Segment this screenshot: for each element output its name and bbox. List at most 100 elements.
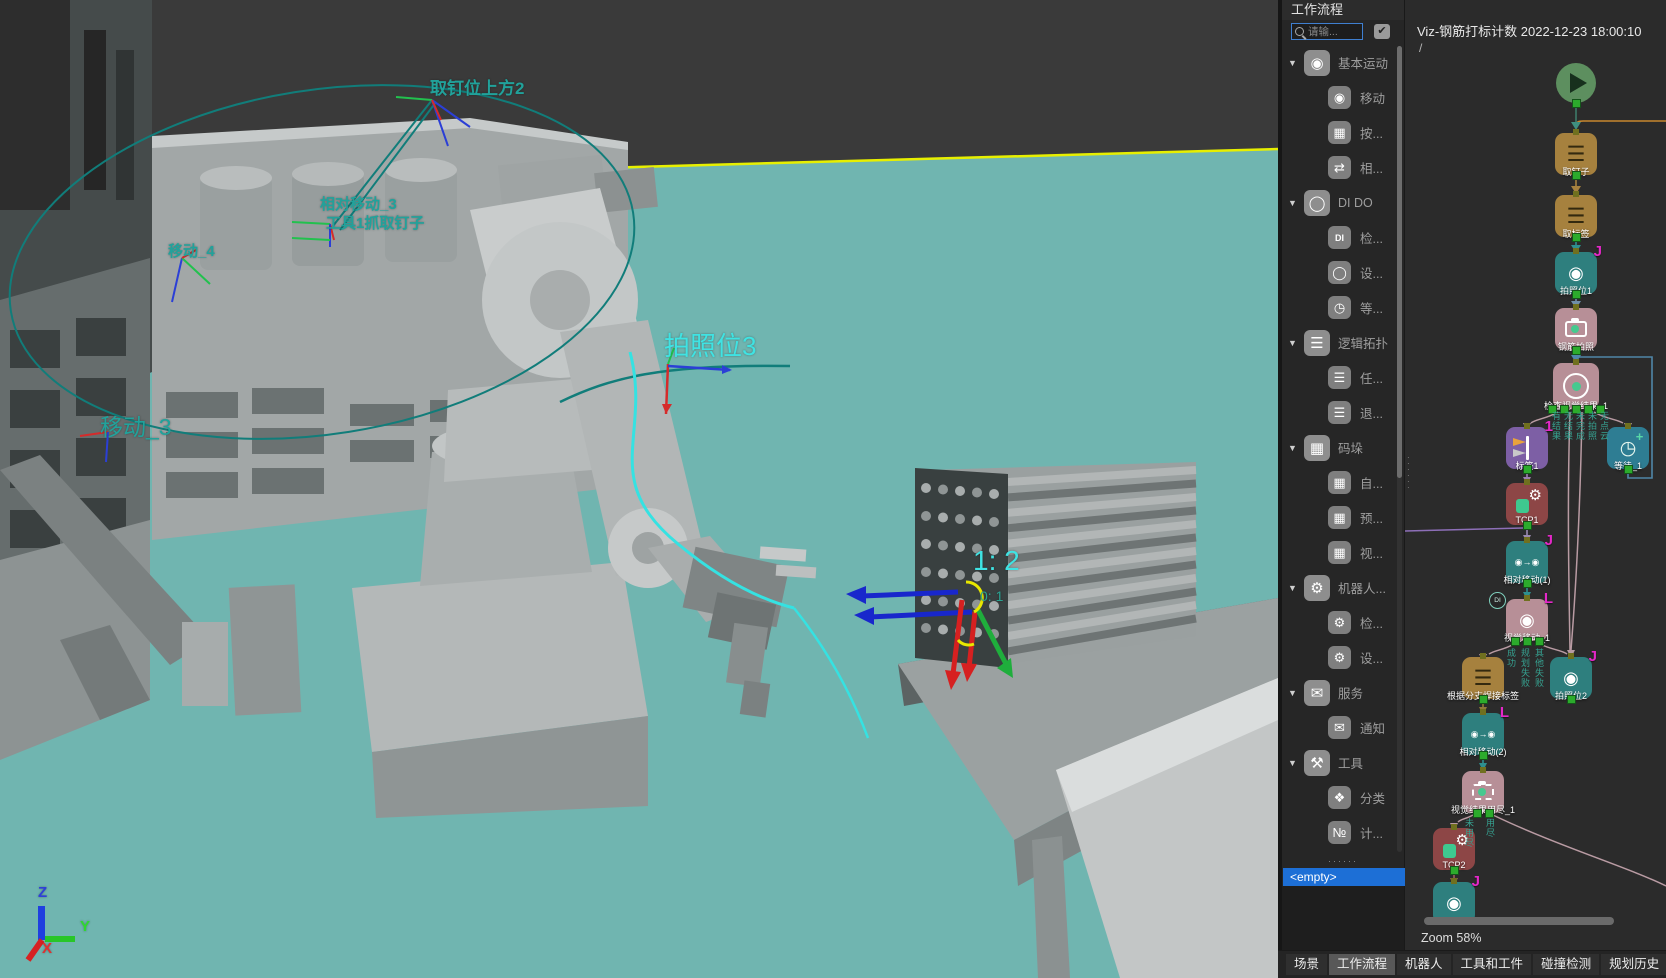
palette-scrollbar[interactable] [1397, 46, 1402, 852]
collapse-triangle-icon[interactable]: ▼ [1288, 758, 1297, 768]
node-output-port[interactable] [1560, 405, 1569, 414]
node-output-port[interactable] [1567, 695, 1576, 704]
palette-item-计[interactable]: №计... [1282, 815, 1404, 850]
node-output-port[interactable] [1479, 695, 1488, 704]
palette-item-DI DO[interactable]: ▼◯DI DO [1282, 185, 1404, 220]
node-output-port[interactable] [1473, 809, 1482, 818]
tab-工作流程[interactable]: 工作流程 [1329, 954, 1395, 975]
workflow-node-gang-jin-pai-zhao[interactable] [1555, 308, 1597, 350]
node-input-port[interactable] [1480, 709, 1486, 715]
node-output-port[interactable] [1535, 637, 1544, 646]
tab-规划历史[interactable]: 规划历史 [1601, 954, 1666, 975]
workflow-node-jian-cha-shi-jue-jie-guo-1[interactable] [1553, 363, 1599, 409]
node-output-port[interactable] [1572, 346, 1581, 355]
collapse-triangle-icon[interactable]: ▼ [1288, 338, 1297, 348]
node-output-port[interactable] [1485, 809, 1494, 818]
node-input-port[interactable] [1524, 595, 1530, 601]
tab-机器人[interactable]: 机器人 [1397, 954, 1451, 975]
palette-item-设[interactable]: ◯设... [1282, 255, 1404, 290]
palette-item-逻辑拓扑[interactable]: ▼☰逻辑拓扑 [1282, 325, 1404, 360]
workflow-node-qu-ding-zi[interactable]: ☰ [1555, 133, 1597, 175]
workflow-node-deng-dai-1[interactable]: ◷ [1607, 427, 1649, 469]
workflow-canvas[interactable]: ☰取钉子☰取标签◉J拍照位1钢筋拍照检查视觉结果_11标签1◷等待_1TCP1◉… [1405, 0, 1666, 928]
workflow-node-xiang-dui-yi-dong-1[interactable]: ◉→◉J [1506, 541, 1548, 583]
node-input-port[interactable] [1480, 653, 1486, 659]
run-workflow-button[interactable] [1556, 63, 1596, 103]
node-input-port[interactable] [1524, 479, 1530, 485]
filter-checkbox[interactable]: ✔ [1374, 24, 1390, 39]
palette-item-分类[interactable]: ❖分类 [1282, 780, 1404, 815]
node-input-port[interactable] [1573, 191, 1579, 197]
tab-场景[interactable]: 场景 [1286, 954, 1327, 975]
node-input-port[interactable] [1524, 423, 1530, 429]
node-output-port[interactable] [1523, 579, 1532, 588]
node-output-port[interactable] [1523, 521, 1532, 530]
node-output-port[interactable] [1523, 465, 1532, 474]
node-input-port[interactable] [1480, 767, 1486, 773]
collapse-triangle-icon[interactable]: ▼ [1288, 443, 1297, 453]
node-input-port[interactable] [1573, 129, 1579, 135]
palette-item-通知[interactable]: ✉通知 [1282, 710, 1404, 745]
palette-item-设[interactable]: ⚙设... [1282, 640, 1404, 675]
node-output-port[interactable] [1511, 637, 1520, 646]
node-output-port[interactable] [1572, 233, 1581, 242]
palette-item-等[interactable]: ◷等... [1282, 290, 1404, 325]
palette-item-预[interactable]: ▦预... [1282, 500, 1404, 535]
node-input-port[interactable] [1451, 878, 1457, 884]
palette-item-退[interactable]: ☰退... [1282, 395, 1404, 430]
palette-resize-handle[interactable]: ······ [1282, 856, 1404, 866]
node-output-port[interactable] [1548, 405, 1557, 414]
workflow-node-biao-qian-1[interactable]: 1 [1506, 427, 1548, 469]
3d-viewport[interactable]: 取钉位上方2相对移动_3工具1抓取钉子移动_4拍照位3移动_31: 20: 1Z… [0, 0, 1278, 978]
palette-item-任[interactable]: ☰任... [1282, 360, 1404, 395]
workflow-node-shi-jue-jie-guo-yong-jin-1[interactable] [1462, 771, 1504, 813]
node-input-port[interactable] [1451, 824, 1457, 830]
workflow-node-pai-zhao-wei-2[interactable]: ◉J [1550, 657, 1592, 699]
palette-item-按[interactable]: ▦按... [1282, 115, 1404, 150]
collapse-triangle-icon[interactable]: ▼ [1288, 688, 1297, 698]
node-input-port[interactable] [1568, 653, 1574, 659]
node-input-port[interactable] [1573, 304, 1579, 310]
node-input-port[interactable] [1573, 359, 1579, 365]
graph-horizontal-scrollbar[interactable] [1424, 917, 1614, 925]
node-output-port[interactable] [1523, 637, 1532, 646]
palette-item-码垛[interactable]: ▼▦码垛 [1282, 430, 1404, 465]
selected-workflow-item[interactable]: <empty> [1283, 868, 1407, 886]
node-output-port[interactable] [1584, 405, 1593, 414]
palette-item-自[interactable]: ▦自... [1282, 465, 1404, 500]
workflow-node-tcp-2[interactable] [1433, 828, 1475, 870]
node-output-port[interactable] [1450, 866, 1459, 875]
node-input-port[interactable] [1524, 537, 1530, 543]
palette-item-检[interactable]: DI检... [1282, 220, 1404, 255]
palette-item-视[interactable]: ▦视... [1282, 535, 1404, 570]
tab-碰撞检测[interactable]: 碰撞检测 [1533, 954, 1599, 975]
node-input-port[interactable] [1573, 248, 1579, 254]
node-output-port[interactable] [1624, 465, 1633, 474]
palette-item-机器人[interactable]: ▼⚙机器人... [1282, 570, 1404, 605]
workflow-node-xiang-dui-yi-dong-2[interactable]: ◉→◉L [1462, 713, 1504, 755]
collapse-triangle-icon[interactable]: ▼ [1288, 58, 1297, 68]
node-output-port[interactable] [1572, 99, 1581, 108]
palette-item-检[interactable]: ⚙检... [1282, 605, 1404, 640]
collapse-triangle-icon[interactable]: ▼ [1288, 198, 1297, 208]
palette-item-基本运动[interactable]: ▼◉基本运动 [1282, 45, 1404, 80]
node-input-port[interactable] [1625, 423, 1631, 429]
node-output-port[interactable] [1596, 405, 1605, 414]
node-output-port[interactable] [1572, 290, 1581, 299]
palette-item-相[interactable]: ⇄相... [1282, 150, 1404, 185]
workflow-node-shi-jue-yi-dong-1[interactable]: ◉L [1506, 599, 1548, 641]
workflow-node-tcp-1[interactable] [1506, 483, 1548, 525]
search-input[interactable]: 请输... [1291, 23, 1363, 40]
palette-item-移动[interactable]: ◉移动 [1282, 80, 1404, 115]
tab-工具和工件[interactable]: 工具和工件 [1453, 954, 1532, 975]
workflow-node-qu-biao-qian[interactable]: ☰ [1555, 195, 1597, 237]
node-output-port[interactable] [1479, 751, 1488, 760]
node-output-port[interactable] [1572, 405, 1581, 414]
palette-item-工具[interactable]: ▼⚒工具 [1282, 745, 1404, 780]
graph-resize-handle[interactable]: · · · · · · [1407, 455, 1410, 491]
workflow-node-pai-zhao-wei-1[interactable]: ◉J [1555, 252, 1597, 294]
node-output-port[interactable] [1572, 171, 1581, 180]
workflow-node-gen-ju-fen-zhi-han-jie-biao-qian[interactable]: ☰ [1462, 657, 1504, 699]
palette-item-服务[interactable]: ▼✉服务 [1282, 675, 1404, 710]
collapse-triangle-icon[interactable]: ▼ [1288, 583, 1297, 593]
